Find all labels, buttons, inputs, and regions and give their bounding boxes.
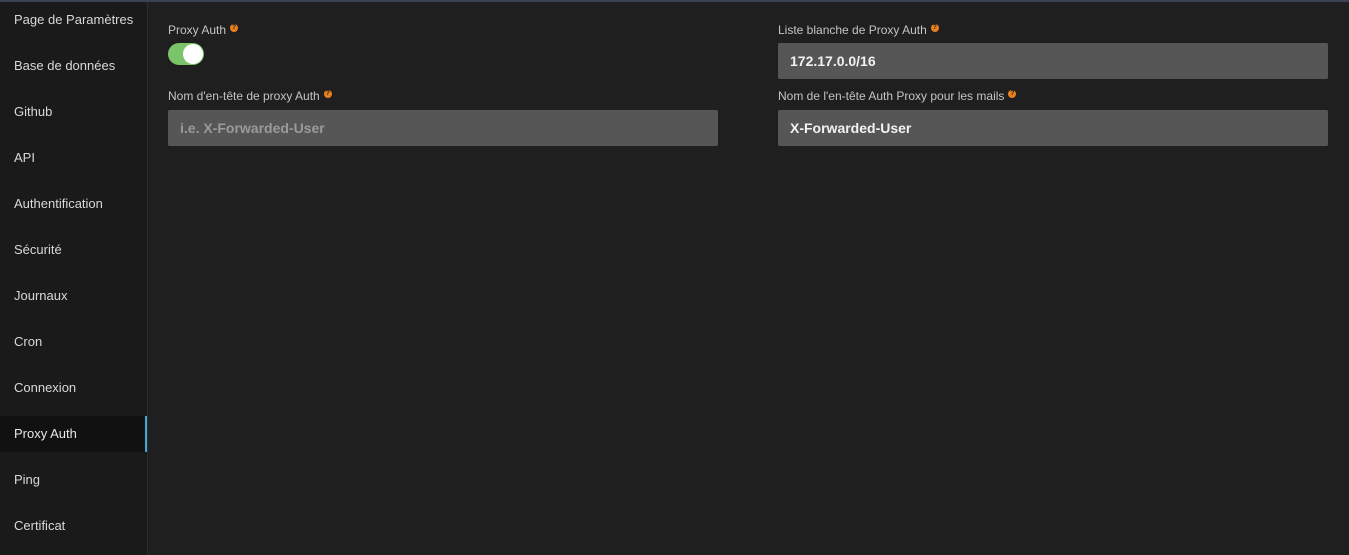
sidebar-item-ping[interactable]: Ping: [0, 462, 147, 498]
whitelist-label: Liste blanche de Proxy Auth?: [778, 23, 939, 37]
settings-sidebar: Page de Paramètres Base de données Githu…: [0, 2, 148, 555]
settings-page: Page de Paramètres Base de données Githu…: [0, 2, 1349, 555]
help-icon[interactable]: ?: [1008, 90, 1017, 98]
sidebar-item-cron[interactable]: Cron: [0, 324, 147, 360]
sidebar-item-authentication[interactable]: Authentification: [0, 186, 147, 222]
sidebar-item-database[interactable]: Base de données: [0, 48, 147, 84]
sidebar-item-logs[interactable]: Journaux: [0, 278, 147, 314]
sidebar-item-github[interactable]: Github: [0, 94, 147, 130]
sidebar-item-settings-page[interactable]: Page de Paramètres: [0, 2, 147, 38]
sidebar-item-login[interactable]: Connexion: [0, 370, 147, 406]
header-name-label-text: Nom d'en-tête de proxy Auth: [168, 89, 320, 103]
proxy-auth-label-text: Proxy Auth: [168, 23, 227, 37]
proxy-auth-label: Proxy Auth?: [168, 23, 239, 37]
help-icon[interactable]: ?: [930, 24, 939, 32]
proxy-auth-toggle[interactable]: [168, 43, 204, 65]
proxy-auth-form: Proxy Auth? Liste blanche de Proxy Auth?…: [148, 2, 1349, 555]
help-icon[interactable]: ?: [323, 90, 332, 98]
sidebar-item-proxy-auth[interactable]: Proxy Auth: [0, 416, 147, 452]
whitelist-label-text: Liste blanche de Proxy Auth: [778, 23, 927, 37]
help-icon[interactable]: ?: [230, 24, 239, 32]
sidebar-item-security[interactable]: Sécurité: [0, 232, 147, 268]
header-name-input[interactable]: [168, 110, 718, 146]
mail-header-name-input[interactable]: [778, 110, 1328, 146]
header-name-label: Nom d'en-tête de proxy Auth?: [168, 89, 332, 103]
mail-header-name-label-text: Nom de l'en-tête Auth Proxy pour les mai…: [778, 89, 1005, 103]
sidebar-item-certificate[interactable]: Certificat: [0, 508, 147, 544]
toggle-knob: [183, 44, 203, 64]
whitelist-input[interactable]: [778, 43, 1328, 79]
sidebar-item-api[interactable]: API: [0, 140, 147, 176]
mail-header-name-label: Nom de l'en-tête Auth Proxy pour les mai…: [778, 89, 1017, 103]
